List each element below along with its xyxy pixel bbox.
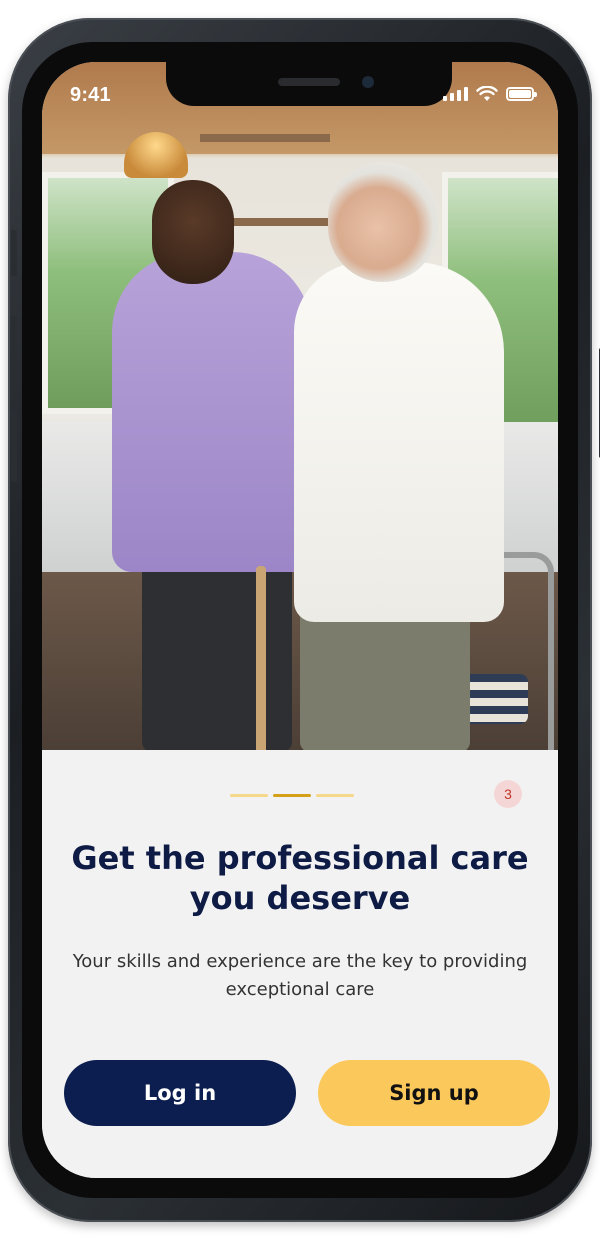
onboarding-title: Get the professional care you deserve (71, 839, 529, 917)
page-indicator-dot-2[interactable] (273, 794, 311, 797)
notification-badge: 3 (494, 780, 522, 808)
phone-device-frame: 9:41 3 Get the professional care you des… (8, 18, 600, 1222)
onboarding-panel: 3 Get the professional care you deserve … (42, 750, 558, 1178)
phone-bezel: 9:41 3 Get the professional care you des… (22, 42, 578, 1198)
signup-button[interactable]: Sign up (318, 1060, 550, 1126)
status-bar: 9:41 (42, 62, 558, 122)
signal-icon (443, 87, 468, 101)
volume-down-button (11, 412, 17, 482)
login-button[interactable]: Log in (64, 1060, 296, 1126)
hero-image (42, 62, 558, 750)
mute-switch (11, 230, 17, 276)
page-indicator-dot-3[interactable] (316, 794, 354, 797)
volume-up-button (11, 316, 17, 386)
app-screen: 9:41 3 Get the professional care you des… (42, 62, 558, 1178)
notch (166, 62, 452, 106)
wifi-icon (476, 86, 498, 101)
page-indicator (42, 794, 558, 798)
battery-icon (506, 87, 537, 101)
page-indicator-dot-1[interactable] (230, 794, 268, 797)
status-time: 9:41 (70, 84, 111, 106)
onboarding-subtitle: Your skills and experience are the key t… (72, 951, 528, 1000)
